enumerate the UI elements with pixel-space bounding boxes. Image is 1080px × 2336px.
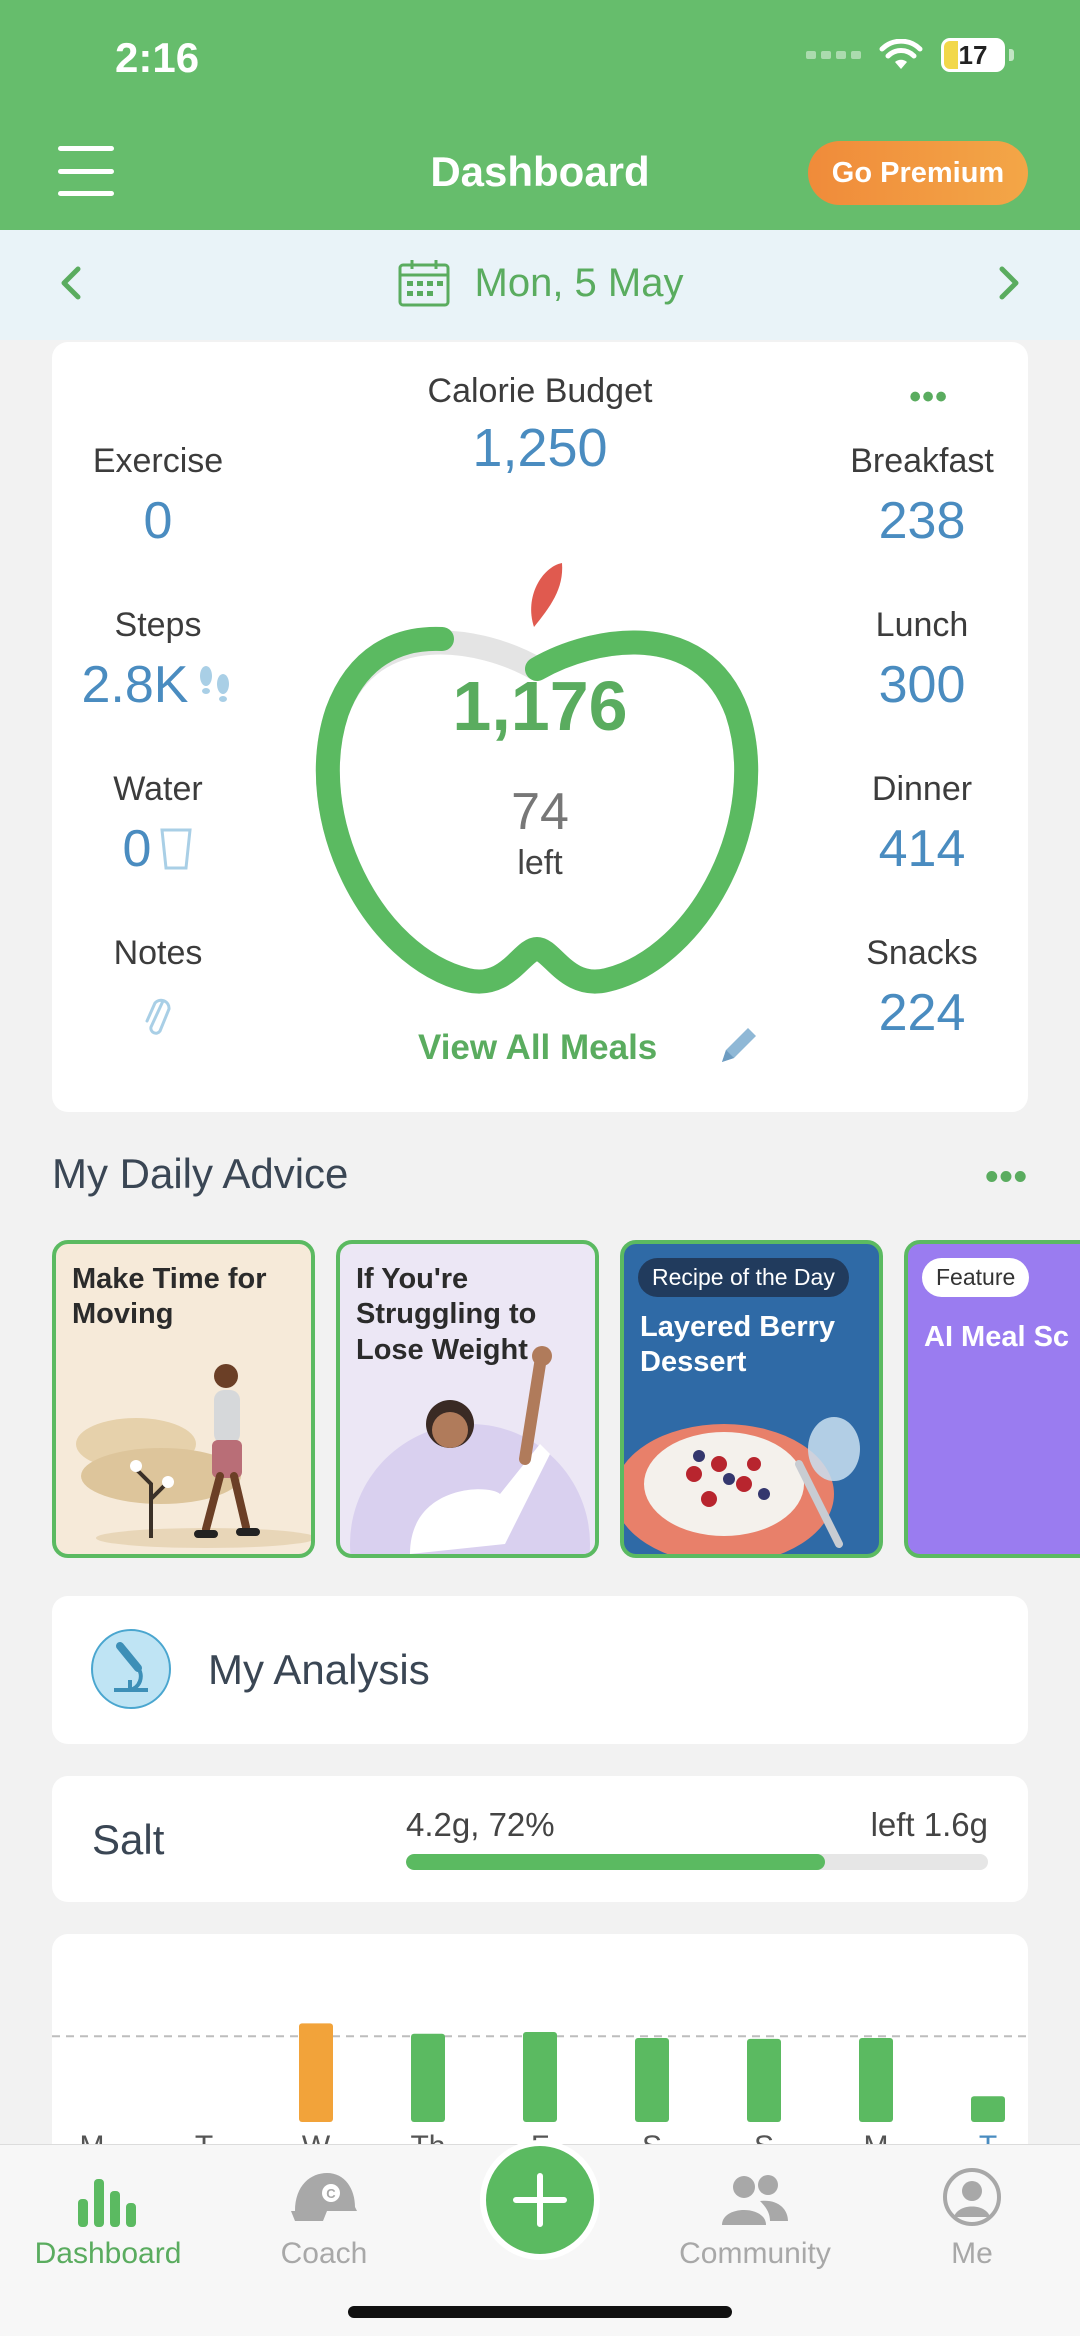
coach-cap-icon: C <box>291 2173 357 2221</box>
lunch-label: Lunch <box>875 606 969 644</box>
exercise-value: 0 <box>143 492 173 550</box>
breakfast-value: 238 <box>878 492 966 550</box>
advice-card-moving[interactable]: Make Time for Moving <box>52 1240 315 1558</box>
my-analysis-title: My Analysis <box>208 1646 430 1693</box>
community-people-icon <box>722 2175 788 2225</box>
chart-bar <box>747 2038 781 2122</box>
status-icons: 17 <box>806 38 1014 72</box>
chart-bar <box>411 2033 445 2122</box>
notes-stat[interactable]: Notes <box>68 934 248 1039</box>
advice-more-options-icon[interactable]: ••• <box>985 1156 1028 1199</box>
next-day-button[interactable] <box>984 258 1034 308</box>
nav-label: Dashboard <box>34 2237 182 2270</box>
chart-bar <box>971 2096 1005 2122</box>
app-header: 2:16 17 Dashboard Go Premium <box>0 0 1080 230</box>
apple-leaf-icon <box>531 563 563 627</box>
nav-dashboard[interactable]: Dashboard <box>18 2163 198 2271</box>
wifi-icon <box>879 39 923 69</box>
daily-advice-title: My Daily Advice <box>52 1150 349 1197</box>
calories-left-value: 74 <box>511 783 569 841</box>
nav-label: Coach <box>280 2237 368 2270</box>
advice-card-recipe[interactable]: Recipe of the Day Layered Berry Dessert <box>620 1240 883 1558</box>
calories-consumed: 1,176 <box>452 667 628 745</box>
apple-progress-ring[interactable] <box>302 497 772 997</box>
calories-left-label: left <box>517 844 563 882</box>
date-display[interactable]: Mon, 5 May <box>0 258 1080 308</box>
go-premium-button[interactable]: Go Premium <box>808 141 1028 205</box>
nav-coach[interactable]: C Coach <box>234 2163 414 2271</box>
calendar-icon <box>398 260 450 307</box>
nav-label: Community <box>679 2237 831 2270</box>
nav-me[interactable]: Me <box>882 2163 1062 2271</box>
advice-card-title: AI Meal Sc <box>924 1321 1070 1353</box>
steps-label: Steps <box>114 606 202 644</box>
user-profile-icon <box>943 2168 1001 2226</box>
breakfast-stat[interactable]: Breakfast 238 <box>832 442 1012 551</box>
salt-left: left 1.6g <box>870 1806 988 1843</box>
battery-icon: 17 <box>941 38 1005 72</box>
calorie-budget-card: Calorie Budget 1,250 ••• Exercise 0 Step… <box>52 342 1028 1112</box>
salt-amount: 4.2g, 72% <box>406 1806 555 1843</box>
edit-pencil-icon[interactable] <box>716 1022 762 1068</box>
nav-label: Me <box>951 2237 993 2270</box>
advice-card-feature[interactable]: Feature AI Meal Sc <box>904 1240 1080 1558</box>
status-time: 2:16 <box>115 34 200 81</box>
exercise-label: Exercise <box>92 442 224 480</box>
chart-bar <box>299 2023 333 2122</box>
salt-progress-bar <box>406 1854 988 1870</box>
chevron-right-icon <box>999 266 1019 300</box>
chart-bar <box>859 2038 893 2122</box>
salt-label: Salt <box>92 1816 165 1863</box>
cellular-signal-icon <box>806 51 861 59</box>
advice-card-title: If You're Struggling to Lose Weight <box>356 1263 537 1366</box>
advice-card-lose-weight[interactable]: If You're Struggling to Lose Weight <box>336 1240 599 1558</box>
card-more-options-icon[interactable]: ••• <box>909 378 948 417</box>
salt-card[interactable]: Salt 4.2g, 72% left 1.6g <box>52 1776 1028 1902</box>
snacks-stat[interactable]: Snacks 224 <box>832 934 1012 1043</box>
paperclip-icon <box>145 998 171 1035</box>
svg-text:C: C <box>326 2186 336 2201</box>
battery-level: 17 <box>958 39 988 70</box>
recipe-of-day-tag: Recipe of the Day <box>638 1258 849 1297</box>
exercise-stat[interactable]: Exercise 0 <box>68 442 248 551</box>
add-food-button[interactable] <box>480 2140 600 2260</box>
chart-bar <box>635 2038 669 2122</box>
bar-chart-icon <box>78 2179 136 2227</box>
my-analysis-card[interactable]: My Analysis <box>52 1596 1028 1744</box>
view-all-meals-link[interactable]: View All Meals <box>418 1028 657 1068</box>
chart-bar <box>523 2032 557 2122</box>
feature-tag: Feature <box>922 1258 1030 1297</box>
advice-card-title: Layered Berry Dessert <box>640 1311 836 1379</box>
snacks-value: 224 <box>878 984 966 1042</box>
salt-progress-fill <box>406 1854 826 1870</box>
advice-carousel[interactable]: Make Time for Moving If You're Strugglin… <box>52 1240 1080 1558</box>
plus-icon <box>513 2173 567 2227</box>
snacks-label: Snacks <box>866 934 978 972</box>
calorie-budget-label: Calorie Budget <box>427 372 653 410</box>
breakfast-label: Breakfast <box>850 442 994 480</box>
advice-card-title: Make Time for Moving <box>72 1263 267 1331</box>
nav-community[interactable]: Community <box>665 2163 845 2271</box>
microscope-icon <box>91 1629 171 1709</box>
date-selector: Mon, 5 May <box>0 230 1080 340</box>
current-date: Mon, 5 May <box>474 260 684 305</box>
notes-label: Notes <box>113 934 203 972</box>
home-indicator <box>348 2306 732 2318</box>
